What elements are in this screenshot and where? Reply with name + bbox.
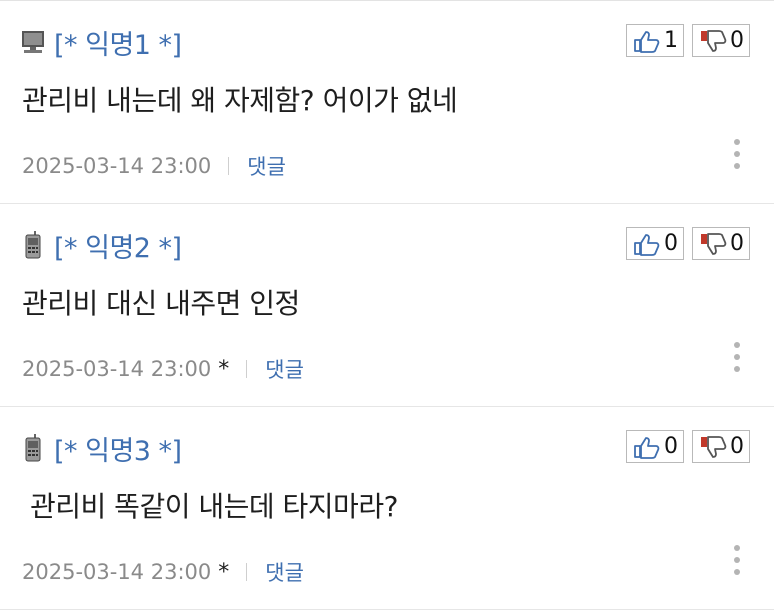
meta-separator [228, 157, 230, 175]
dislike-button[interactable]: 0 [692, 227, 750, 260]
comment-author-row: [* 익명1 *] [20, 27, 182, 61]
meta-separator [246, 563, 248, 581]
like-count: 0 [664, 434, 678, 459]
like-button[interactable]: 0 [626, 430, 684, 463]
thumbs-down-icon [698, 29, 728, 53]
like-button[interactable]: 0 [626, 227, 684, 260]
comment-author-row: [* 익명3 *] [20, 433, 182, 467]
comment-author[interactable]: [* 익명1 *] [54, 23, 182, 62]
more-options-icon[interactable] [732, 139, 742, 169]
comment-author[interactable]: [* 익명2 *] [54, 226, 182, 265]
like-button[interactable]: 1 [626, 24, 684, 57]
more-options-icon[interactable] [732, 545, 742, 575]
comment-date: 2025-03-14 23:00 [22, 560, 212, 584]
reply-link[interactable]: 댓글 [265, 354, 304, 384]
comment-item: [* 익명1 *] 1 0 관리비 내는데 왜 자제함? 어이가 없네 2025… [0, 1, 774, 204]
comment-meta: 2025-03-14 23:00 * 댓글 [22, 557, 304, 587]
meta-separator [246, 360, 248, 378]
dislike-count: 0 [730, 434, 744, 459]
comment-star: * [218, 356, 230, 382]
comment-text: 관리비 대신 내주면 인정 [22, 287, 300, 320]
dislike-button[interactable]: 0 [692, 24, 750, 57]
more-options-icon[interactable] [732, 342, 742, 372]
mobile-phone-icon [20, 434, 46, 462]
comment-meta: 2025-03-14 23:00 댓글 [22, 151, 286, 181]
vote-group: 1 0 [626, 24, 750, 57]
comment-star: * [218, 559, 230, 585]
mobile-phone-icon [20, 231, 46, 259]
comment-date: 2025-03-14 23:00 [22, 154, 212, 178]
comment-meta: 2025-03-14 23:00 * 댓글 [22, 354, 304, 384]
vote-group: 0 0 [626, 430, 750, 463]
reply-link[interactable]: 댓글 [265, 557, 304, 587]
thumbs-up-icon [632, 29, 662, 53]
vote-group: 0 0 [626, 227, 750, 260]
pc-monitor-icon [20, 28, 46, 56]
comment-text: 관리비 똑같이 내는데 타지마라? [30, 490, 398, 523]
comment-date: 2025-03-14 23:00 [22, 357, 212, 381]
like-count: 1 [664, 28, 678, 53]
comment-author-row: [* 익명2 *] [20, 230, 182, 264]
thumbs-up-icon [632, 232, 662, 256]
dislike-count: 0 [730, 28, 744, 53]
like-count: 0 [664, 231, 678, 256]
thumbs-up-icon [632, 435, 662, 459]
comment-author[interactable]: [* 익명3 *] [54, 429, 182, 468]
dislike-button[interactable]: 0 [692, 430, 750, 463]
comment-item: [* 익명3 *] 0 0 관리비 똑같이 내는데 타지마라? 2025-03-… [0, 407, 774, 610]
comment-text: 관리비 내는데 왜 자제함? 어이가 없네 [22, 84, 458, 117]
thumbs-down-icon [698, 232, 728, 256]
thumbs-down-icon [698, 435, 728, 459]
comment-item: [* 익명2 *] 0 0 관리비 대신 내주면 인정 2025-03-14 2… [0, 204, 774, 407]
reply-link[interactable]: 댓글 [247, 151, 286, 181]
dislike-count: 0 [730, 231, 744, 256]
